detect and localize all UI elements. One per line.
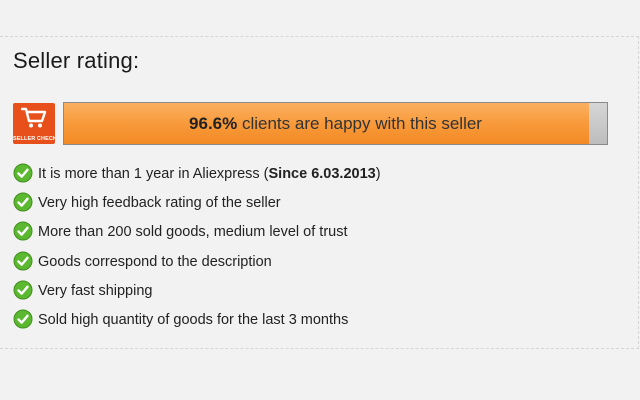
- feature-text: Very fast shipping: [38, 282, 153, 299]
- green-check-icon: [13, 192, 33, 212]
- green-check-icon: [13, 251, 33, 271]
- green-check-icon: [13, 163, 33, 183]
- feature-text: More than 200 sold goods, medium level o…: [38, 224, 348, 241]
- list-item: Sold high quantity of goods for the last…: [13, 309, 381, 338]
- list-item: It is more than 1 year in Aliexpress (Si…: [13, 163, 381, 192]
- shopping-cart-icon: [21, 107, 47, 128]
- badge-label: SELLER CHECK: [13, 136, 55, 142]
- feature-text: It is more than 1 year in Aliexpress (Si…: [38, 166, 381, 182]
- list-item: Goods correspond to the description: [13, 251, 381, 280]
- feature-text: Goods correspond to the description: [38, 253, 272, 270]
- rating-percent: 96.6%: [189, 113, 238, 133]
- rating-progress-bar: 96.6% clients are happy with this seller: [63, 102, 608, 145]
- list-item: More than 200 sold goods, medium level o…: [13, 221, 381, 250]
- rating-suffix: clients are happy with this seller: [237, 113, 482, 133]
- seller-check-badge: SELLER CHECK: [13, 103, 55, 144]
- list-item: Very fast shipping: [13, 280, 381, 309]
- page-title: Seller rating:: [13, 48, 140, 73]
- list-item: Very high feedback rating of the seller: [13, 192, 381, 221]
- feature-list: It is more than 1 year in Aliexpress (Si…: [13, 163, 381, 338]
- feature-text: Sold high quantity of goods for the last…: [38, 311, 349, 328]
- rating-label: 96.6% clients are happy with this seller: [64, 103, 607, 144]
- green-check-icon: [13, 221, 33, 241]
- green-check-icon: [13, 309, 33, 329]
- feature-text: Very high feedback rating of the seller: [38, 195, 281, 212]
- green-check-icon: [13, 280, 33, 300]
